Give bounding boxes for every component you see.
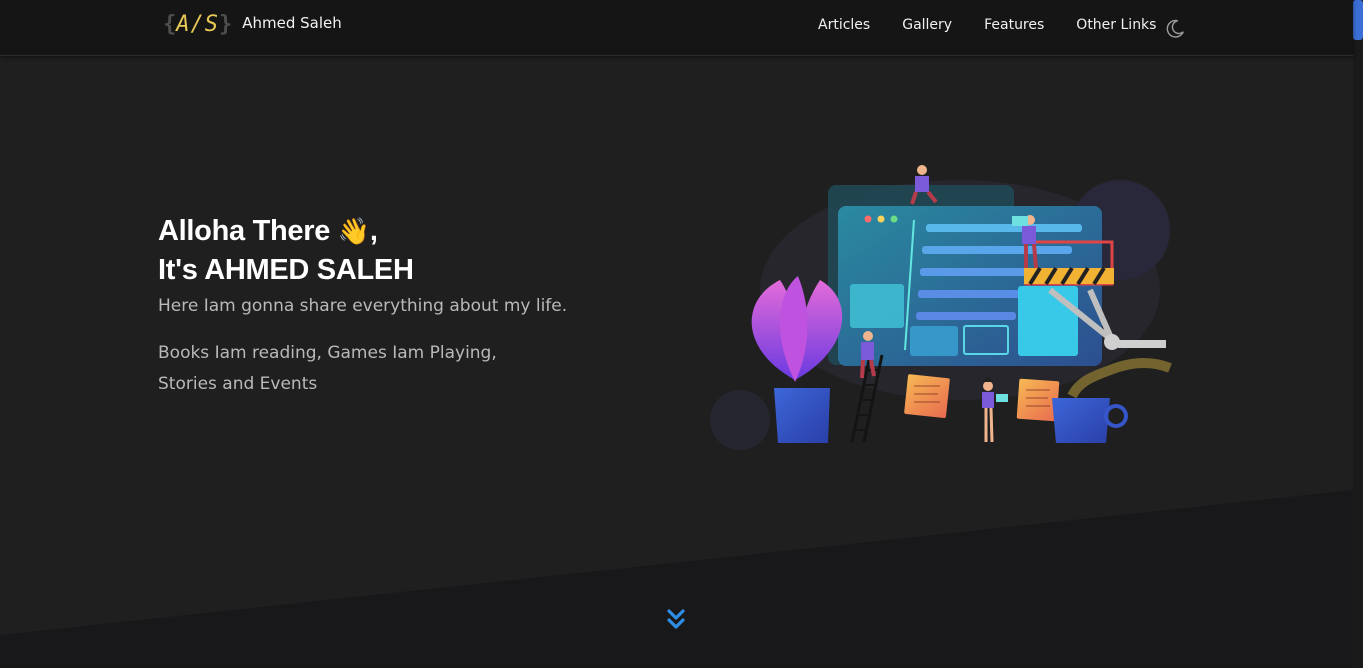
hero-illustration: [710, 165, 1172, 450]
logo-initials: A/S: [176, 11, 219, 37]
brand[interactable]: { A/S } Ahmed Saleh: [163, 8, 342, 40]
nav-link-other-links[interactable]: Other Links: [1076, 17, 1156, 33]
hero-heading: Alloha There 👋, It's AHMED SALEH: [158, 212, 578, 290]
nav-link-articles[interactable]: Articles: [818, 17, 870, 33]
hero-tagline: Here Iam gonna share everything about my…: [158, 296, 568, 316]
logo-brace-close: }: [219, 11, 233, 37]
nav-links: Articles Gallery Features Other Links: [818, 17, 1188, 33]
brand-name[interactable]: Ahmed Saleh: [242, 14, 342, 32]
hero-subtagline: Books Iam reading, Games Iam Playing, St…: [158, 343, 497, 394]
nav-link-gallery[interactable]: Gallery: [902, 17, 952, 33]
greeting-comma: ,: [369, 215, 378, 247]
moon-icon[interactable]: [1164, 18, 1186, 40]
logo[interactable]: { A/S }: [163, 8, 232, 40]
greeting-line1: Alloha There: [158, 215, 331, 247]
hero-text: Alloha There 👋, It's AHMED SALEH Here Ia…: [158, 212, 578, 400]
logo-brace-open: {: [163, 11, 177, 37]
double-chevron-down-icon[interactable]: [666, 607, 686, 633]
waving-hand-emoji: 👋: [337, 216, 370, 246]
scrollbar[interactable]: [1353, 0, 1363, 668]
scrollbar-thumb[interactable]: [1353, 0, 1363, 40]
navbar: { A/S } Ahmed Saleh Articles Gallery Fea…: [0, 0, 1353, 56]
nav-link-features[interactable]: Features: [984, 17, 1044, 33]
greeting-line2: It's AHMED SALEH: [158, 254, 414, 286]
